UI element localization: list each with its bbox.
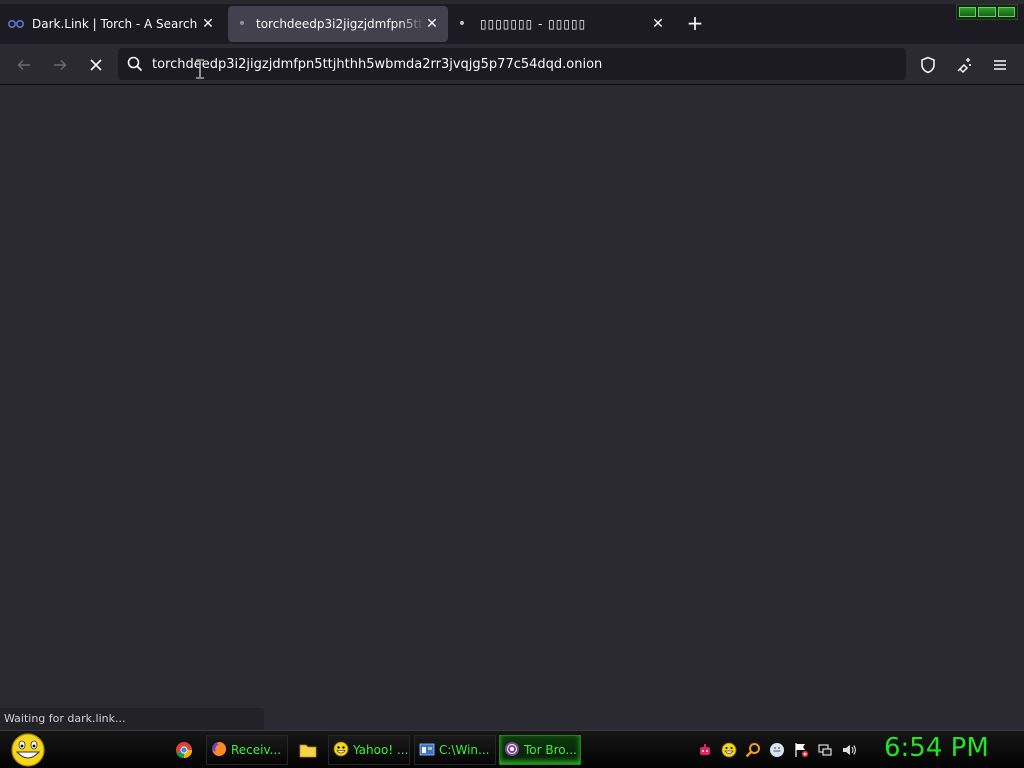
close-window-button[interactable] [997, 7, 1015, 17]
grin-tray-icon[interactable] [721, 742, 737, 758]
broom-sparkle-icon [957, 58, 971, 74]
magnifier-tray-icon[interactable] [745, 742, 761, 758]
taskbar-item-label: Receiv... [231, 743, 282, 757]
start-button[interactable] [9, 733, 47, 767]
minimize-button[interactable] [959, 7, 977, 17]
tab-darklink[interactable]: Dark.Link | Torch - A Search Engine ✕ [0, 4, 220, 44]
maximize-button[interactable] [978, 7, 996, 17]
tab-title: Dark.Link | Torch - A Search Engine [32, 17, 200, 31]
taskbar-item-tor-browser[interactable]: Tor Bro... [499, 735, 581, 765]
window-controls [956, 4, 1018, 20]
new-tab-button[interactable]: + [684, 11, 706, 35]
network-icon[interactable] [817, 742, 833, 758]
folder-icon[interactable] [296, 738, 320, 762]
tor-browser-icon [504, 741, 520, 760]
forward-button[interactable] [47, 52, 73, 78]
darklink-icon [8, 16, 24, 32]
stop-x-icon [90, 59, 102, 71]
shield-button[interactable] [915, 52, 941, 78]
url-input[interactable] [152, 56, 852, 72]
loading-dot-icon: • [457, 16, 467, 32]
taskbar-clock[interactable]: 6:54 PM [884, 733, 989, 763]
taskbar-item-receive[interactable]: Receiv... [206, 735, 288, 765]
forward-arrow-icon [54, 60, 67, 70]
action-center-flag-icon[interactable] [793, 742, 809, 758]
status-bar: Waiting for dark.link... [0, 708, 264, 730]
stop-button[interactable] [83, 52, 109, 78]
taskbar-item-label: Yahoo! ... [353, 743, 409, 757]
loading-dot-icon: • [237, 16, 247, 32]
close-tab-icon[interactable]: ✕ [424, 16, 440, 32]
navigation-toolbar [0, 44, 1024, 85]
robot-tray-icon[interactable] [697, 742, 713, 758]
text-cursor-icon [193, 58, 207, 80]
search-icon [118, 56, 152, 72]
taskbar-item-explorer[interactable]: C:\Win... [414, 735, 496, 765]
taskbar: Receiv... Yahoo! ... C:\Win... Tor Bro..… [0, 730, 1024, 768]
taskbar-item-yahoo[interactable]: Yahoo! ... [328, 735, 410, 765]
taskbar-item-label: Tor Bro... [524, 743, 577, 757]
menu-button[interactable] [987, 52, 1013, 78]
tab-title: torchdeedp3i2jigzjdmfpn5ttjhthh5wbmda2rr… [256, 17, 424, 31]
back-arrow-icon [17, 60, 30, 70]
url-bar[interactable] [118, 48, 906, 80]
messenger-tray-icon[interactable] [769, 742, 785, 758]
smiley-start-icon [11, 733, 45, 767]
volume-icon[interactable] [841, 742, 857, 758]
tab-torch-onion[interactable]: • torchdeedp3i2jigzjdmfpn5ttjhthh5wbmda2… [228, 6, 448, 42]
back-button[interactable] [11, 52, 37, 78]
chrome-icon[interactable] [172, 738, 196, 762]
yahoo-messenger-icon [333, 741, 349, 760]
close-tab-icon[interactable]: ✕ [650, 16, 666, 32]
page-content: Waiting for dark.link... [0, 85, 1024, 730]
hamburger-menu-icon [994, 60, 1006, 70]
tab-third[interactable]: • ▯▯▯▯▯▯▯ - ▯▯▯▯▯ ✕ [454, 4, 670, 44]
close-tab-icon[interactable]: ✕ [200, 16, 216, 32]
new-identity-button[interactable] [951, 52, 977, 78]
shield-icon [921, 56, 935, 74]
taskbar-item-label: C:\Win... [439, 743, 490, 757]
firefox-icon [211, 741, 227, 760]
tab-title: ▯▯▯▯▯▯▯ - ▯▯▯▯▯ [480, 17, 587, 31]
tab-strip: Dark.Link | Torch - A Search Engine ✕ • … [0, 0, 1024, 44]
windows-explorer-icon [419, 741, 435, 760]
